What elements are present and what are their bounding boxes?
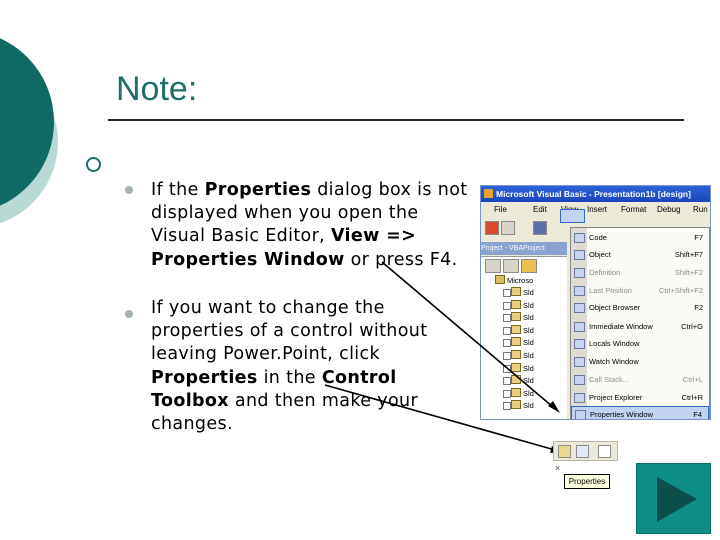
arrowhead-1 [548,401,560,413]
arrow-line-1 [381,261,554,408]
next-slide-button[interactable] [636,463,711,534]
checkbox-tool-icon[interactable] [598,445,611,458]
view-code-tool-icon[interactable] [576,445,589,458]
play-triangle-icon [657,477,697,522]
arrow-line-2 [324,384,556,451]
properties-tool-icon[interactable] [558,445,571,458]
control-toolbox-strip [553,441,618,461]
close-icon[interactable]: × [555,463,560,473]
properties-tooltip: Properties [564,474,610,489]
